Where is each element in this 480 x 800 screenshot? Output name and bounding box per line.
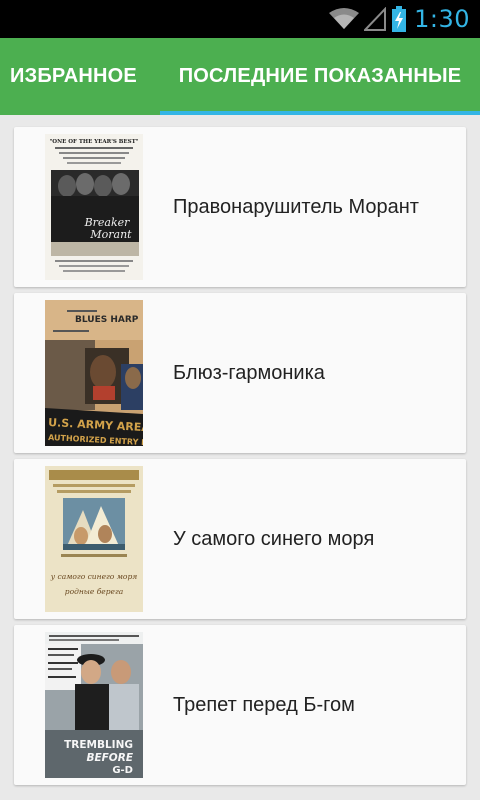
status-icons: 1:30 <box>328 0 470 38</box>
battery-icon <box>392 6 407 32</box>
signal-icon <box>364 7 387 31</box>
movie-title: У самого синего моря <box>173 527 375 550</box>
wifi-icon <box>328 7 360 31</box>
movie-card[interactable]: "ONE OF THE YEAR'S BEST" Breaker Morant … <box>14 127 466 287</box>
movie-title: Блюз-гармоника <box>173 361 325 384</box>
poster-title: BLUES HARP <box>75 315 139 325</box>
movie-card[interactable]: TREMBLING BEFORE G-D Трепет перед Б-гом <box>14 625 466 785</box>
clock: 1:30 <box>414 5 470 33</box>
movie-title: Трепет перед Б-гом <box>173 693 355 716</box>
movie-title: Правонарушитель Морант <box>173 195 419 218</box>
poster-tagline: "ONE OF THE YEAR'S BEST" <box>49 139 138 145</box>
movie-list: "ONE OF THE YEAR'S BEST" Breaker Morant … <box>14 127 466 791</box>
active-tab-indicator <box>160 111 480 115</box>
poster-script-line1: у самого синего моря <box>50 572 137 581</box>
poster-script-line2: родные берега <box>65 587 123 596</box>
tab-favorites[interactable]: ИЗБРАННОЕ <box>0 38 147 115</box>
poster-title-line1: TREMBLING <box>64 739 133 751</box>
poster-title-line2: Morant <box>89 228 132 241</box>
breaker-morant-poster: "ONE OF THE YEAR'S BEST" Breaker Morant <box>45 134 143 280</box>
poster-title-line2: BEFORE <box>86 752 133 764</box>
trembling-before-god-poster: TREMBLING BEFORE G-D <box>45 632 143 778</box>
movie-card[interactable]: у самого синего моря родные берега У сам… <box>14 459 466 619</box>
movie-card[interactable]: BLUES HARP U.S. ARMY AREA AUTHORIZED ENT… <box>14 293 466 453</box>
status-bar: 1:30 <box>0 0 480 38</box>
tab-bar: ИЗБРАННОЕ ПОСЛЕДНИЕ ПОКАЗАННЫЕ <box>0 38 480 115</box>
by-the-bluest-sea-poster: у самого синего моря родные берега <box>45 466 143 612</box>
tab-recently-viewed[interactable]: ПОСЛЕДНИЕ ПОКАЗАННЫЕ <box>160 38 480 115</box>
poster-title-line3: G-D <box>112 765 133 776</box>
blues-harp-poster: BLUES HARP U.S. ARMY AREA AUTHORIZED ENT… <box>45 300 143 446</box>
